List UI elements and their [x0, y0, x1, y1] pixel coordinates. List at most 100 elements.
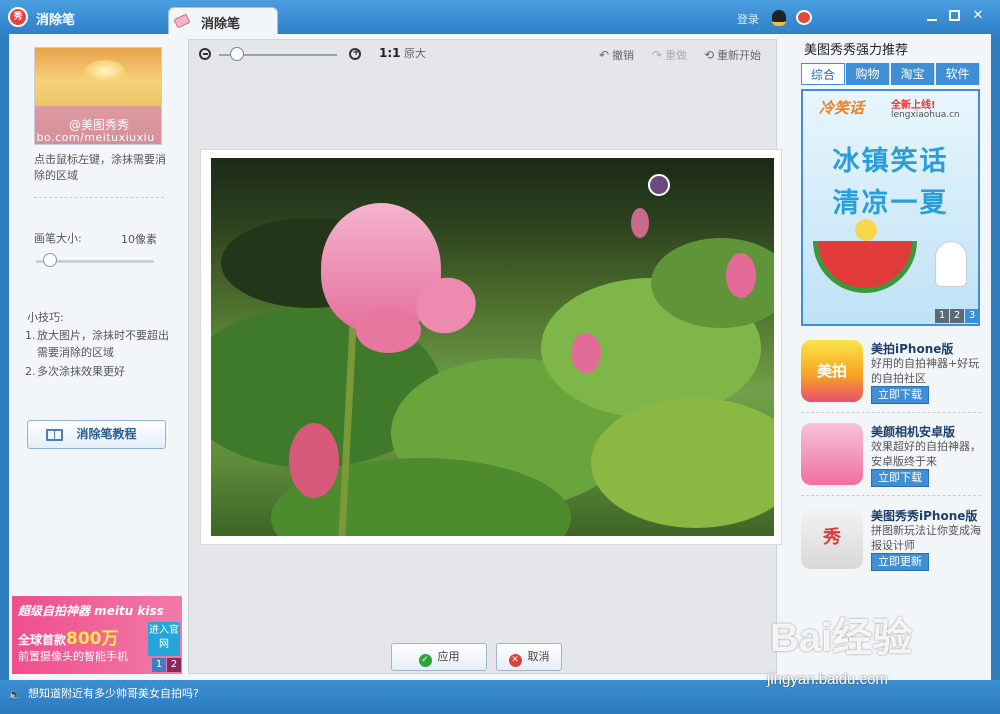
close-button[interactable]: ✕ — [971, 9, 985, 23]
tutorial-label: 消除笔教程 — [76, 427, 137, 441]
cartoon-character — [855, 219, 877, 241]
download-button[interactable]: 立即下载 — [871, 386, 929, 404]
tab-all[interactable]: 综合 — [801, 63, 845, 85]
xiuxiu-app-icon[interactable]: 秀 — [801, 507, 863, 569]
photo-canvas[interactable] — [211, 158, 774, 536]
watermelon-illustration — [813, 241, 917, 293]
canvas-frame — [200, 149, 782, 545]
banner-page-1[interactable]: 1 — [935, 309, 949, 323]
app-icon-text: 美拍 — [816, 362, 847, 380]
zoom-in-icon[interactable] — [349, 47, 361, 60]
watermark-url: jingyan.baidu.com — [767, 671, 888, 688]
tutorial-button[interactable]: 消除笔教程 — [27, 420, 166, 449]
meipai-app-icon[interactable]: 美拍 — [801, 340, 863, 402]
undo-icon: ↶ — [599, 48, 610, 62]
actual-size-label: 原大 — [404, 47, 426, 60]
baidu-watermark: Bai经验 — [770, 616, 913, 660]
brush-cursor — [648, 174, 670, 196]
redo-button[interactable]: ↷ 重做 — [652, 47, 687, 63]
cancel-label: 取消 — [527, 650, 550, 663]
thumbnail-sun — [85, 60, 125, 82]
tab-eraser[interactable]: 消除笔 — [168, 7, 278, 35]
app-icon-text: 秀 — [823, 527, 841, 548]
zoom-out-icon[interactable] — [199, 48, 211, 60]
actual-size-button[interactable]: 1:1 原大 — [379, 45, 426, 61]
app-title: 消除笔 — [36, 13, 76, 28]
brush-size-slider-handle[interactable] — [42, 253, 57, 267]
qq-icon[interactable] — [772, 10, 786, 26]
app-item-meipai: 美拍 美拍iPhone版 好用的自拍神器+好玩的自拍社区 立即下载 — [801, 340, 981, 420]
promo-banner[interactable]: 冷笑话 全新上线! lengxiaohua.cn 冰镇笑话 清凉一夏 1 2 3 — [801, 89, 980, 326]
tips-list: 1. 放大图片，涂抹时不要超出需要消除的区域 2. 多次涂抹效果更好 — [25, 327, 175, 382]
zoom-slider-handle[interactable] — [229, 47, 244, 61]
app-desc: 好用的自拍神器+好玩的自拍社区 — [871, 357, 980, 385]
undo-label: 撤销 — [612, 49, 635, 62]
app-item-beautycam: 美颜相机安卓版 效果超好的自拍神器，安卓版终于来 立即下载 — [801, 423, 981, 503]
ad-enter-button[interactable]: 进入官网 — [148, 622, 180, 656]
editor-toolbar: 1:1 原大 ↶撤销 ↷重做 ⟲重新开始 — [189, 40, 778, 68]
app-name[interactable]: 美拍iPhone版 — [871, 340, 953, 357]
divider — [801, 412, 981, 413]
status-message[interactable]: 想知道附近有多少帅哥美女自拍吗? — [28, 685, 199, 701]
restart-label: 重新开始 — [717, 49, 762, 62]
tip-number: 1. — [25, 329, 36, 342]
minimize-button[interactable] — [925, 9, 939, 23]
main-window: @美图秀秀 ibo.com/meituxiuxiu 点击鼠标左键，涂抹需要消除的… — [9, 34, 991, 680]
login-link[interactable]: 登录 — [737, 11, 759, 27]
banner-url: lengxiaohua.cn — [891, 110, 960, 120]
download-button[interactable]: 立即下载 — [871, 469, 929, 487]
check-icon: ✓ — [418, 654, 432, 667]
apply-label: 应用 — [437, 650, 460, 663]
ad-page-2[interactable]: 2 — [167, 658, 181, 672]
tip-item: 2. 多次涂抹效果更好 — [25, 363, 175, 380]
lotus-bud — [571, 333, 601, 373]
banner-headline-1: 冰镇笑话 — [832, 146, 949, 177]
divider — [801, 495, 981, 496]
tab-software[interactable]: 软件 — [936, 63, 980, 85]
app-name[interactable]: 美颜相机安卓版 — [871, 423, 955, 440]
tips-title: 小技巧: — [27, 311, 64, 324]
app-item-meitu-xiuxiu: 秀 美图秀秀iPhone版 拼图新玩法让你变成海报设计师 立即更新 — [801, 507, 981, 587]
close-circle-icon: ✕ — [508, 654, 522, 667]
beautycam-app-icon[interactable] — [801, 423, 863, 485]
ad-highlight: 800万 — [66, 629, 119, 649]
undo-button[interactable]: ↶ 撤销 — [599, 47, 634, 63]
ad-headline: 超级自拍神器 meitu kiss — [18, 604, 164, 618]
tip-item: 1. 放大图片，涂抹时不要超出需要消除的区域 — [25, 327, 175, 361]
app-name[interactable]: 美图秀秀iPhone版 — [871, 507, 977, 524]
ad-prefix: 全球首款 — [18, 633, 67, 647]
update-button[interactable]: 立即更新 — [871, 553, 929, 571]
usage-hint: 点击鼠标左键，涂抹需要消除的区域 — [34, 153, 166, 182]
banner-page-3[interactable]: 3 — [965, 309, 978, 323]
weibo-icon[interactable] — [796, 10, 812, 25]
brush-size-label: 画笔大小: — [34, 232, 82, 245]
ad-banner-meitu-kiss[interactable]: 超级自拍神器 meitu kiss 全球首款800万 前置摄像头的智能手机 进入… — [12, 596, 182, 674]
eraser-icon — [173, 13, 191, 29]
redo-label: 重做 — [665, 49, 688, 62]
speaker-icon: 🔈 — [8, 688, 22, 701]
lotus-petal — [356, 308, 421, 353]
maximize-button[interactable] — [948, 9, 962, 23]
editor-area: 1:1 原大 ↶撤销 ↷重做 ⟲重新开始 — [188, 39, 782, 674]
cancel-button[interactable]: ✕ 取消 — [496, 643, 562, 671]
ad-tagline: 前置摄像头的智能手机 — [18, 650, 128, 663]
restart-button[interactable]: ⟲ 重新开始 — [704, 47, 761, 63]
tab-shopping[interactable]: 购物 — [846, 63, 890, 85]
brush-size-value: 10像素 — [121, 233, 157, 246]
app-icon-text — [801, 423, 863, 485]
ad-page-1[interactable]: 1 — [152, 658, 166, 672]
tip-text: 多次涂抹效果更好 — [37, 365, 125, 378]
app-logo-icon: 秀 — [8, 7, 28, 27]
tip-number: 2. — [25, 365, 36, 378]
tab-label: 消除笔 — [201, 17, 241, 32]
tab-taobao[interactable]: 淘宝 — [891, 63, 935, 85]
banner-page-2[interactable]: 2 — [950, 309, 964, 323]
book-icon — [46, 429, 63, 441]
preview-thumbnail: @美图秀秀 ibo.com/meituxiuxiu — [34, 47, 162, 145]
cartoon-character — [935, 241, 967, 287]
banner-badge: 全新上线! — [891, 100, 936, 111]
apply-button[interactable]: ✓ 应用 — [391, 643, 487, 671]
recommend-tabs: 综合 购物 淘宝 软件 — [801, 63, 980, 85]
ad-subline: 全球首款800万 — [18, 624, 119, 649]
lotus-bud — [631, 208, 649, 238]
